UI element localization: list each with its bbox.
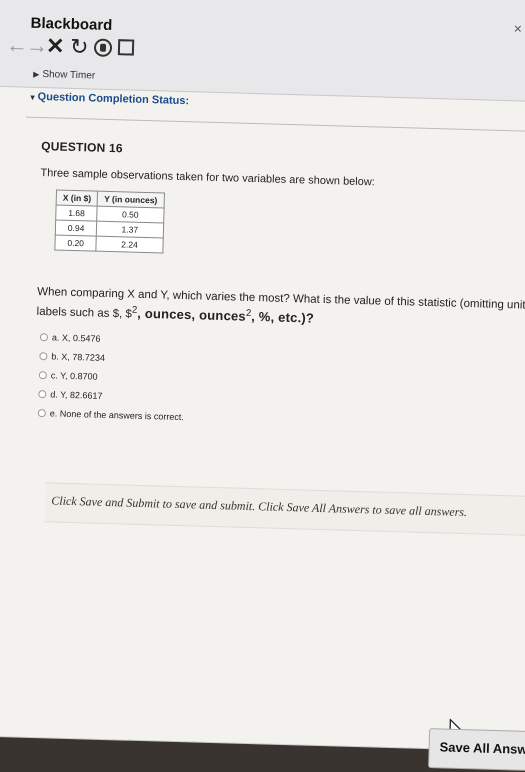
question-intro: Three sample observations taken for two … bbox=[40, 167, 375, 189]
status-label: Question Completion Status: bbox=[37, 90, 190, 108]
show-timer-toggle[interactable]: ▶ Show Timer bbox=[33, 69, 96, 82]
option-label: c. Y, 0.8700 bbox=[50, 369, 98, 382]
stem-text: , %, etc.)? bbox=[250, 308, 315, 326]
option-label: d. Y, 82.6617 bbox=[50, 388, 103, 401]
tab-title: Blackboard bbox=[30, 14, 113, 34]
stop-icon[interactable]: ✕ bbox=[46, 33, 65, 59]
question-stem: When comparing X and Y, which varies the… bbox=[36, 285, 525, 334]
question-completion-status[interactable]: ▾ Question Completion Status: bbox=[30, 91, 189, 107]
table-cell: 2.24 bbox=[96, 236, 163, 253]
radio-button[interactable] bbox=[38, 389, 47, 398]
option-label: a. X, 0.5476 bbox=[51, 331, 101, 344]
table-cell: 1.68 bbox=[55, 204, 98, 222]
table-header-x: X (in $) bbox=[56, 189, 98, 207]
reader-icon[interactable] bbox=[117, 39, 135, 56]
divider bbox=[26, 116, 525, 133]
table-row: 0.20 2.24 bbox=[54, 234, 163, 253]
close-tab-icon[interactable]: × bbox=[514, 20, 523, 36]
question-title: QUESTION 16 bbox=[41, 139, 123, 156]
answer-option-e[interactable]: e. None of the answers is correct. bbox=[37, 403, 185, 426]
radio-button[interactable] bbox=[39, 332, 49, 341]
radio-button[interactable] bbox=[38, 370, 47, 379]
radio-button[interactable] bbox=[39, 351, 48, 360]
save-instructions-bar: Click Save and Submit to save and submit… bbox=[44, 482, 525, 537]
reload-icon[interactable]: ↻ bbox=[70, 34, 89, 60]
expand-triangle-icon: ▶ bbox=[33, 69, 40, 79]
table-cell: 0.20 bbox=[54, 234, 97, 252]
observations-table: X (in $) Y (in ounces) 1.68 0.50 0.94 1.… bbox=[54, 189, 165, 254]
table-cell: 0.94 bbox=[55, 219, 98, 237]
stem-text: , ounces, ounces bbox=[137, 305, 247, 324]
test-content: ▾ Question Completion Status: QUESTION 16… bbox=[0, 85, 525, 772]
radio-button[interactable] bbox=[37, 408, 46, 417]
photographed-screen: Blackboard × ← → ✕ ↻ ▶ Show Timer ▾ Questi… bbox=[0, 0, 525, 772]
answer-options: a. X, 0.5476 b. X, 78.7234 c. Y, 0.8700 … bbox=[37, 327, 187, 426]
save-all-answers-button[interactable]: Save All Answers bbox=[428, 728, 525, 772]
option-label: e. None of the answers is correct. bbox=[49, 407, 184, 422]
privacy-icon[interactable] bbox=[93, 38, 113, 57]
show-timer-label: Show Timer bbox=[42, 69, 96, 82]
expand-triangle-icon: ▾ bbox=[30, 92, 35, 102]
option-label: b. X, 78.7234 bbox=[51, 350, 106, 363]
save-instructions: Click Save and Submit to save and submit… bbox=[51, 493, 468, 520]
